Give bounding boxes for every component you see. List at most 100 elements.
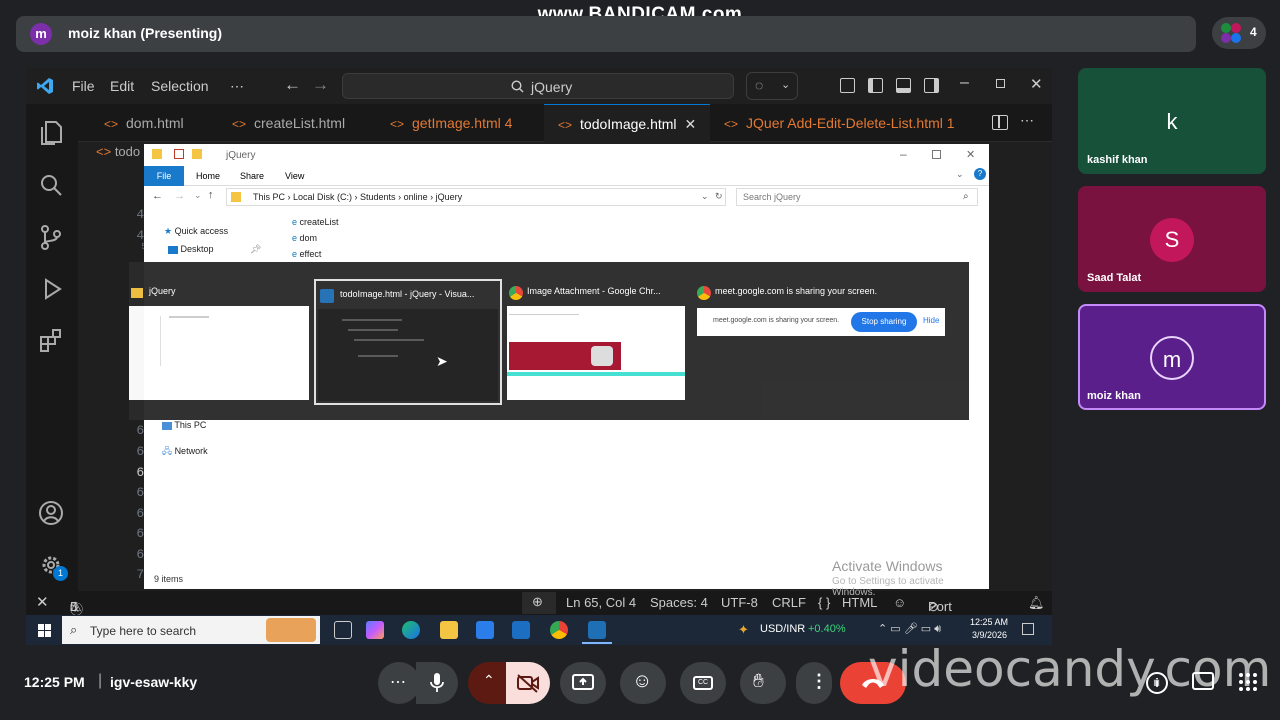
store-icon[interactable]: [476, 621, 494, 639]
more-options-button[interactable]: ⋮: [796, 662, 832, 704]
edge-icon[interactable]: [402, 621, 420, 639]
switcher-item-explorer[interactable]: jQuery: [129, 278, 309, 406]
captions-button[interactable]: CC: [680, 662, 726, 704]
vscode-taskbar-icon[interactable]: [588, 621, 606, 639]
close-icon[interactable]: ✕: [1030, 75, 1043, 93]
ribbon-file-tab[interactable]: File: [144, 166, 184, 186]
participant-tile-self[interactable]: m moiz khan: [1078, 304, 1266, 410]
restore-icon[interactable]: [996, 79, 1005, 88]
notification-center-icon[interactable]: [1022, 623, 1034, 635]
menu-more[interactable]: ⋯: [230, 78, 244, 95]
mail-icon[interactable]: [512, 621, 530, 639]
hide-button[interactable]: Hide: [923, 316, 939, 325]
html-file-icon: <>: [390, 117, 405, 131]
ribbon-home-tab[interactable]: Home: [196, 171, 220, 181]
participant-tile[interactable]: S Saad Talat: [1078, 186, 1266, 292]
braces-icon: { }: [818, 595, 831, 610]
explorer-address-bar[interactable]: This PC › Local Disk (C:) › Students › o…: [226, 188, 726, 206]
forward-arrow-icon[interactable]: →: [312, 75, 329, 95]
copilot-app-icon[interactable]: [366, 621, 384, 639]
breadcrumb-partial: <> todo: [96, 144, 141, 159]
notifications-bell-icon[interactable]: 🔔︎: [1028, 595, 1045, 611]
html-file-icon: e: [292, 217, 298, 227]
source-control-icon[interactable]: [36, 222, 66, 252]
switcher-item-sharing[interactable]: meet.google.com is sharing your screen. …: [695, 278, 955, 406]
switcher-item-chrome[interactable]: Image Attachment - Google Chr...: [507, 278, 685, 406]
command-center-search[interactable]: jQuery: [342, 73, 734, 99]
camera-button[interactable]: [506, 662, 550, 704]
camera-options-button[interactable]: ⌃: [468, 662, 510, 704]
file-explorer-icon[interactable]: [440, 621, 458, 639]
ticker-label[interactable]: USD/INR: [760, 623, 805, 635]
layout-customize-icon[interactable]: [840, 78, 855, 93]
tab-getimage[interactable]: <> getImage.html 4: [390, 104, 512, 142]
recent-chevron-icon[interactable]: ⌄: [194, 190, 202, 201]
run-debug-icon[interactable]: [36, 274, 66, 304]
close-tab-icon[interactable]: ✕: [685, 116, 697, 132]
tab-jquery-list[interactable]: <> JQuer Add-Edit-Delete-List.html 1: [724, 104, 955, 142]
ribbon-share-tab[interactable]: Share: [240, 171, 264, 181]
task-view-icon[interactable]: [334, 621, 352, 639]
minimize-icon[interactable]: –: [900, 147, 907, 161]
up-arrow-icon[interactable]: ↑: [208, 189, 214, 201]
nav-this-pc[interactable]: This PC: [162, 420, 206, 430]
file-item[interactable]: e effect: [292, 249, 321, 259]
zoom-icon[interactable]: ⊕: [522, 592, 556, 614]
account-icon[interactable]: [36, 498, 66, 528]
toggle-secondary-sidebar-icon[interactable]: [924, 78, 939, 93]
chrome-icon[interactable]: [550, 621, 568, 639]
ribbon-view-tab[interactable]: View: [285, 171, 304, 181]
close-icon[interactable]: ✕: [966, 148, 975, 161]
copilot-button[interactable]: ◌ ⌄: [746, 72, 798, 100]
menu-edit[interactable]: Edit: [110, 78, 134, 94]
microphone-button[interactable]: [416, 662, 458, 704]
search-icon[interactable]: [36, 170, 66, 200]
present-screen-button[interactable]: [560, 662, 606, 704]
file-item[interactable]: e createList: [292, 217, 339, 227]
expand-ribbon-icon[interactable]: ⌄: [956, 169, 964, 180]
address-dropdown-icon[interactable]: ⌄: [701, 191, 709, 202]
properties-icon[interactable]: [174, 149, 184, 159]
menu-file[interactable]: File: [72, 78, 95, 94]
raise-hand-button[interactable]: ✋︎: [740, 662, 786, 704]
end-of-line[interactable]: CRLF: [772, 595, 806, 610]
encoding[interactable]: UTF-8: [721, 595, 758, 610]
file-item[interactable]: e dom: [292, 233, 317, 243]
explorer-search-field[interactable]: Search jQuery ⌕: [736, 188, 978, 206]
toggle-panel-icon[interactable]: [896, 78, 911, 93]
code-line: [358, 355, 398, 357]
taskbar-search-box[interactable]: ⌕ Type here to search: [62, 616, 320, 644]
tab-todoimage-active[interactable]: <> todoImage.html ✕: [544, 104, 710, 142]
nav-network[interactable]: 🖧︎ Network: [162, 444, 208, 460]
switcher-item-vscode-selected[interactable]: todoImage.html - jQuery - Visua... ➤: [314, 279, 502, 405]
tab-createlist[interactable]: <> createList.html: [232, 104, 345, 142]
stop-sharing-button[interactable]: Stop sharing: [851, 312, 917, 332]
remote-icon[interactable]: ✕: [36, 593, 49, 611]
participants-button[interactable]: 4: [1212, 17, 1266, 49]
windows-start-icon[interactable]: [38, 624, 51, 637]
help-icon[interactable]: ?: [974, 168, 986, 180]
indentation[interactable]: Spaces: 4: [650, 595, 708, 610]
new-folder-icon[interactable]: [192, 149, 202, 159]
explorer-back-icon[interactable]: ←: [152, 190, 163, 202]
participant-tile[interactable]: k kashif khan: [1078, 68, 1266, 174]
refresh-icon[interactable]: ↻: [715, 191, 723, 202]
star-icon: ★: [164, 226, 173, 236]
tab-dom[interactable]: <> dom.html: [104, 104, 184, 142]
reactions-button[interactable]: ☺: [620, 662, 666, 704]
explorer-forward-icon[interactable]: →: [174, 190, 185, 202]
explorer-files-icon[interactable]: [36, 118, 66, 148]
menu-selection[interactable]: Selection: [151, 78, 209, 94]
nav-desktop[interactable]: Desktop: [168, 244, 214, 254]
extensions-icon[interactable]: [36, 326, 66, 356]
toggle-sidebar-icon[interactable]: [868, 78, 883, 93]
maximize-icon[interactable]: [932, 150, 941, 159]
minimize-icon[interactable]: –: [960, 74, 969, 92]
nav-quick-access[interactable]: ★ Quick access: [164, 226, 228, 237]
cursor-position[interactable]: Ln 65, Col 4: [566, 595, 636, 610]
split-editor-icon[interactable]: [992, 115, 1008, 130]
system-tray-icons[interactable]: ⌃ ▭ 🎤︎ ▭ 🔊︎: [878, 622, 941, 636]
audio-settings-button[interactable]: ⋯: [378, 662, 420, 704]
back-arrow-icon[interactable]: ←: [284, 75, 301, 95]
more-actions-icon[interactable]: ⋯: [1020, 112, 1034, 129]
